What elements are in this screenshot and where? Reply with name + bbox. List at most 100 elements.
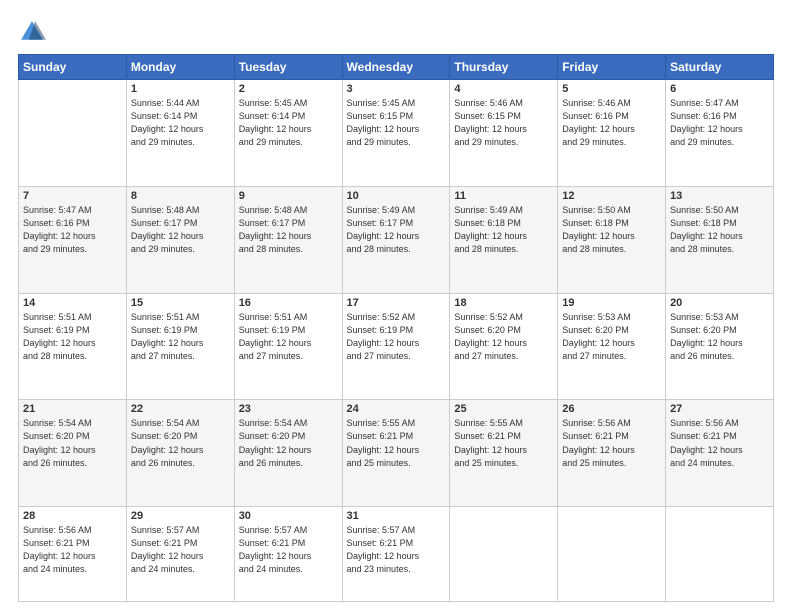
calendar-cell: 24 Sunrise: 5:55 AM Sunset: 6:21 PM Dayli…	[342, 400, 450, 507]
calendar-header-thursday: Thursday	[450, 55, 558, 80]
calendar-cell: 2 Sunrise: 5:45 AM Sunset: 6:14 PM Daylig…	[234, 80, 342, 187]
calendar-cell: 21Sunrise: 5:54 AM Sunset: 6:20 PM Dayli…	[19, 400, 127, 507]
calendar-week-row: 7 Sunrise: 5:47 AM Sunset: 6:16 PM Daylig…	[19, 186, 774, 293]
calendar-cell: 6 Sunrise: 5:47 AM Sunset: 6:16 PM Daylig…	[666, 80, 774, 187]
day-info: Sunrise: 5:48 AM Sunset: 6:17 PM Dayligh…	[239, 204, 338, 256]
calendar-cell: 5 Sunrise: 5:46 AM Sunset: 6:16 PM Daylig…	[558, 80, 666, 187]
day-number: 17	[347, 297, 446, 309]
calendar-cell: 25 Sunrise: 5:55 AM Sunset: 6:21 PM Dayli…	[450, 400, 558, 507]
calendar-cell: 12 Sunrise: 5:50 AM Sunset: 6:18 PM Dayli…	[558, 186, 666, 293]
logo-icon	[18, 18, 46, 46]
day-number: 14	[23, 297, 122, 309]
calendar-cell: 22Sunrise: 5:54 AM Sunset: 6:20 PM Dayli…	[126, 400, 234, 507]
calendar-cell	[19, 80, 127, 187]
day-info: Sunrise: 5:44 AM Sunset: 6:14 PM Dayligh…	[131, 97, 230, 149]
calendar-cell: 27Sunrise: 5:56 AM Sunset: 6:21 PM Dayli…	[666, 400, 774, 507]
calendar-cell: 17 Sunrise: 5:52 AM Sunset: 6:19 PM Dayli…	[342, 293, 450, 400]
day-number: 20	[670, 297, 769, 309]
day-info: Sunrise: 5:51 AM Sunset: 6:19 PM Dayligh…	[131, 311, 230, 363]
day-info: Sunrise: 5:51 AM Sunset: 6:19 PM Dayligh…	[239, 311, 338, 363]
calendar-cell	[450, 507, 558, 602]
calendar-cell: 3 Sunrise: 5:45 AM Sunset: 6:15 PM Daylig…	[342, 80, 450, 187]
calendar-header-monday: Monday	[126, 55, 234, 80]
day-info: Sunrise: 5:54 AM Sunset: 6:20 PM Dayligh…	[23, 417, 122, 469]
day-info: Sunrise: 5:53 AM Sunset: 6:20 PM Dayligh…	[670, 311, 769, 363]
day-number: 29	[131, 510, 230, 522]
day-info: Sunrise: 5:55 AM Sunset: 6:21 PM Dayligh…	[454, 417, 553, 469]
day-number: 4	[454, 83, 553, 95]
calendar-cell: 16 Sunrise: 5:51 AM Sunset: 6:19 PM Dayli…	[234, 293, 342, 400]
day-info: Sunrise: 5:52 AM Sunset: 6:20 PM Dayligh…	[454, 311, 553, 363]
day-info: Sunrise: 5:47 AM Sunset: 6:16 PM Dayligh…	[23, 204, 122, 256]
day-number: 30	[239, 510, 338, 522]
day-number: 5	[562, 83, 661, 95]
calendar-cell: 9 Sunrise: 5:48 AM Sunset: 6:17 PM Daylig…	[234, 186, 342, 293]
calendar-header-wednesday: Wednesday	[342, 55, 450, 80]
calendar-cell: 14 Sunrise: 5:51 AM Sunset: 6:19 PM Dayli…	[19, 293, 127, 400]
calendar-cell: 18 Sunrise: 5:52 AM Sunset: 6:20 PM Dayli…	[450, 293, 558, 400]
day-info: Sunrise: 5:55 AM Sunset: 6:21 PM Dayligh…	[347, 417, 446, 469]
day-info: Sunrise: 5:45 AM Sunset: 6:14 PM Dayligh…	[239, 97, 338, 149]
calendar-header-sunday: Sunday	[19, 55, 127, 80]
day-info: Sunrise: 5:57 AM Sunset: 6:21 PM Dayligh…	[239, 524, 338, 576]
header	[18, 18, 774, 46]
day-number: 11	[454, 190, 553, 202]
day-number: 2	[239, 83, 338, 95]
day-info: Sunrise: 5:46 AM Sunset: 6:15 PM Dayligh…	[454, 97, 553, 149]
day-info: Sunrise: 5:57 AM Sunset: 6:21 PM Dayligh…	[131, 524, 230, 576]
calendar-week-row: 1 Sunrise: 5:44 AM Sunset: 6:14 PM Daylig…	[19, 80, 774, 187]
calendar-week-row: 21Sunrise: 5:54 AM Sunset: 6:20 PM Dayli…	[19, 400, 774, 507]
day-number: 16	[239, 297, 338, 309]
day-number: 31	[347, 510, 446, 522]
calendar-cell: 26 Sunrise: 5:56 AM Sunset: 6:21 PM Dayli…	[558, 400, 666, 507]
calendar-week-row: 14 Sunrise: 5:51 AM Sunset: 6:19 PM Dayli…	[19, 293, 774, 400]
day-number: 8	[131, 190, 230, 202]
calendar-cell: 1 Sunrise: 5:44 AM Sunset: 6:14 PM Daylig…	[126, 80, 234, 187]
calendar-cell: 19Sunrise: 5:53 AM Sunset: 6:20 PM Dayli…	[558, 293, 666, 400]
day-info: Sunrise: 5:56 AM Sunset: 6:21 PM Dayligh…	[670, 417, 769, 469]
day-number: 13	[670, 190, 769, 202]
day-number: 6	[670, 83, 769, 95]
day-info: Sunrise: 5:46 AM Sunset: 6:16 PM Dayligh…	[562, 97, 661, 149]
calendar-cell: 8Sunrise: 5:48 AM Sunset: 6:17 PM Daylig…	[126, 186, 234, 293]
calendar-cell: 29 Sunrise: 5:57 AM Sunset: 6:21 PM Dayli…	[126, 507, 234, 602]
day-number: 12	[562, 190, 661, 202]
day-number: 18	[454, 297, 553, 309]
day-info: Sunrise: 5:52 AM Sunset: 6:19 PM Dayligh…	[347, 311, 446, 363]
day-number: 25	[454, 403, 553, 415]
day-number: 24	[347, 403, 446, 415]
day-number: 3	[347, 83, 446, 95]
calendar-cell: 30 Sunrise: 5:57 AM Sunset: 6:21 PM Dayli…	[234, 507, 342, 602]
calendar-cell: 4 Sunrise: 5:46 AM Sunset: 6:15 PM Daylig…	[450, 80, 558, 187]
day-number: 7	[23, 190, 122, 202]
day-info: Sunrise: 5:53 AM Sunset: 6:20 PM Dayligh…	[562, 311, 661, 363]
calendar-cell: 20 Sunrise: 5:53 AM Sunset: 6:20 PM Dayli…	[666, 293, 774, 400]
day-number: 10	[347, 190, 446, 202]
day-info: Sunrise: 5:47 AM Sunset: 6:16 PM Dayligh…	[670, 97, 769, 149]
calendar-cell	[558, 507, 666, 602]
calendar-cell: 23Sunrise: 5:54 AM Sunset: 6:20 PM Dayli…	[234, 400, 342, 507]
day-info: Sunrise: 5:54 AM Sunset: 6:20 PM Dayligh…	[131, 417, 230, 469]
calendar-week-row: 28Sunrise: 5:56 AM Sunset: 6:21 PM Dayli…	[19, 507, 774, 602]
calendar-table: SundayMondayTuesdayWednesdayThursdayFrid…	[18, 54, 774, 602]
day-number: 26	[562, 403, 661, 415]
day-info: Sunrise: 5:45 AM Sunset: 6:15 PM Dayligh…	[347, 97, 446, 149]
calendar-cell: 13 Sunrise: 5:50 AM Sunset: 6:18 PM Dayli…	[666, 186, 774, 293]
calendar-cell: 15Sunrise: 5:51 AM Sunset: 6:19 PM Dayli…	[126, 293, 234, 400]
calendar-header-friday: Friday	[558, 55, 666, 80]
calendar-cell: 7 Sunrise: 5:47 AM Sunset: 6:16 PM Daylig…	[19, 186, 127, 293]
calendar-cell: 11Sunrise: 5:49 AM Sunset: 6:18 PM Dayli…	[450, 186, 558, 293]
day-number: 28	[23, 510, 122, 522]
calendar-cell: 31 Sunrise: 5:57 AM Sunset: 6:21 PM Dayli…	[342, 507, 450, 602]
day-info: Sunrise: 5:50 AM Sunset: 6:18 PM Dayligh…	[670, 204, 769, 256]
day-info: Sunrise: 5:56 AM Sunset: 6:21 PM Dayligh…	[562, 417, 661, 469]
day-info: Sunrise: 5:57 AM Sunset: 6:21 PM Dayligh…	[347, 524, 446, 576]
day-number: 9	[239, 190, 338, 202]
calendar-header-tuesday: Tuesday	[234, 55, 342, 80]
day-info: Sunrise: 5:51 AM Sunset: 6:19 PM Dayligh…	[23, 311, 122, 363]
calendar-cell: 28Sunrise: 5:56 AM Sunset: 6:21 PM Dayli…	[19, 507, 127, 602]
day-info: Sunrise: 5:50 AM Sunset: 6:18 PM Dayligh…	[562, 204, 661, 256]
logo	[18, 18, 50, 46]
page: SundayMondayTuesdayWednesdayThursdayFrid…	[0, 0, 792, 612]
day-number: 1	[131, 83, 230, 95]
